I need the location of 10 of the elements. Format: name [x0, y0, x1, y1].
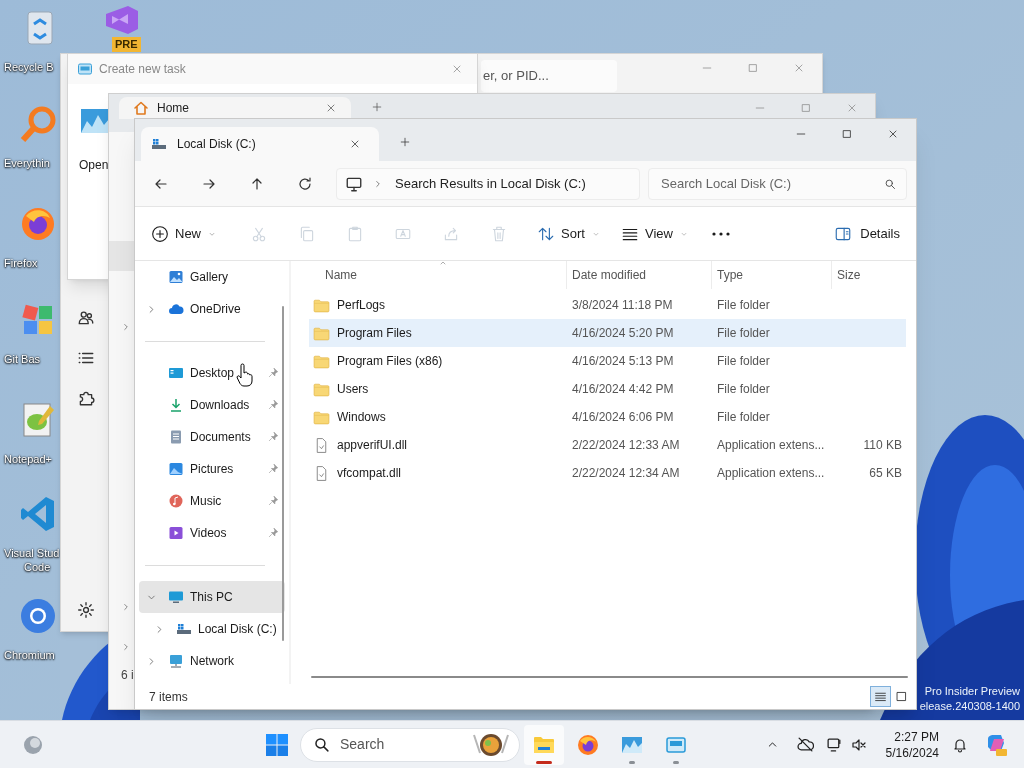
search-icon: [313, 736, 330, 753]
widget-icon: [22, 733, 44, 756]
monitor-icon: [825, 736, 843, 753]
bell-icon: [952, 736, 968, 753]
taskbar-search-field[interactable]: Search: [300, 727, 520, 762]
windows-logo-icon: [266, 733, 288, 756]
firefox-icon: [576, 732, 600, 757]
cloud-off-icon: [796, 736, 814, 753]
taskbar-app-button[interactable]: [524, 724, 564, 765]
clock-button[interactable]: 2:27 PM 5/16/2024: [877, 724, 939, 765]
